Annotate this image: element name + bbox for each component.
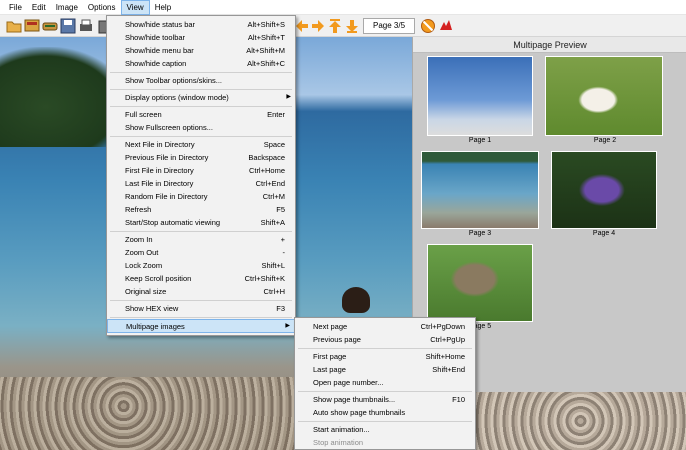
thumbnail-image [427, 56, 533, 136]
menu-item-zoom-out[interactable]: Zoom Out - [107, 246, 295, 259]
menu-separator [298, 348, 472, 349]
menu-bar: File Edit Image Options View Help [0, 0, 686, 15]
menu-item-stop-animation: Stop animation [313, 438, 364, 447]
thumbnail-caption: Page 3 [468, 230, 492, 237]
no-entry-icon[interactable] [420, 18, 436, 34]
menu-separator [110, 106, 292, 107]
menu-item-fullscreen-options[interactable]: Show Fullscreen options... [107, 121, 295, 134]
submenu-arrow-icon: ▶ [286, 94, 291, 100]
thumbnail-page-1[interactable]: Page 1 [427, 56, 533, 148]
thumbnail-caption: Page 2 [593, 137, 617, 144]
menu-item-show-page-thumbnails[interactable]: Show page thumbnails... F10 [295, 393, 475, 406]
menu-item-zoom-in[interactable]: Zoom In + [107, 233, 295, 246]
submenu-arrow-icon: ▶ [285, 323, 290, 329]
menu-separator [110, 136, 292, 137]
irfanview-logo-icon[interactable] [438, 18, 454, 34]
menu-separator [110, 72, 292, 73]
menu-item-next-page[interactable]: Next page Ctrl+PgDown [295, 320, 475, 333]
menu-item-random-file[interactable]: Random File in Directory Ctrl+M [107, 190, 295, 203]
thumbnail-image [551, 151, 657, 229]
menu-item-toolbar-skins[interactable]: Show Toolbar options/skins... [107, 74, 295, 87]
menu-item-first-page[interactable]: First page Shift+Home [295, 350, 475, 363]
thumbnails-icon[interactable] [24, 18, 40, 34]
view-menu: Show/hide status bar Alt+Shift+S Show/hid… [106, 15, 296, 336]
menu-item-toggle-toolbar[interactable]: Show/hide toolbar Alt+Shift+T [107, 31, 295, 44]
menu-separator [110, 231, 292, 232]
scan-icon[interactable] [42, 18, 58, 34]
menu-item-lock-zoom[interactable]: Lock Zoom Shift+L [107, 259, 295, 272]
menu-separator [298, 391, 472, 392]
multipage-submenu: Next page Ctrl+PgDown Previous page Ctrl+P… [294, 317, 476, 450]
menu-item-auto-show-thumbnails[interactable]: Auto show page thumbnails [295, 406, 475, 419]
thumbnail-image [545, 56, 663, 136]
thumbnail-image [421, 151, 539, 229]
thumbnail-caption: Page 4 [592, 230, 616, 237]
arrow-left-icon[interactable] [294, 18, 310, 34]
menu-item-automatic-viewing[interactable]: Start/Stop automatic viewing Shift+A [107, 216, 295, 229]
thumbnail-caption: Page 1 [468, 137, 492, 144]
menu-separator [110, 317, 292, 318]
menu-item-previous-file[interactable]: Previous File in Directory Backspace [107, 151, 295, 164]
arrow-down-icon[interactable] [344, 18, 360, 34]
menu-item-last-file[interactable]: Last File in Directory Ctrl+End [107, 177, 295, 190]
menu-item-next-file[interactable]: Next File in Directory Space [107, 138, 295, 151]
menu-view[interactable]: View [120, 0, 150, 15]
thumbnail-page-3[interactable]: Page 3 [421, 151, 539, 241]
menu-separator [298, 421, 472, 422]
menu-item-keep-scroll[interactable]: Keep Scroll position Ctrl+Shift+K [107, 272, 295, 285]
menu-item-open-page-number[interactable]: Open page number... [295, 376, 475, 389]
menu-separator [110, 89, 292, 90]
page-indicator: Page 3/5 [363, 18, 415, 34]
print-icon[interactable] [78, 18, 94, 34]
open-folder-icon[interactable] [6, 18, 22, 34]
menu-item-full-screen[interactable]: Full screen Enter [107, 108, 295, 121]
menu-item-toggle-status-bar[interactable]: Show/hide status bar Alt+Shift+S [107, 18, 295, 31]
menu-item-original-size[interactable]: Original size Ctrl+H [107, 285, 295, 298]
photo-swimmer [342, 287, 370, 313]
arrow-right-icon[interactable] [310, 18, 326, 34]
menu-item-start-animation[interactable]: Start animation... [295, 423, 475, 436]
thumbnail-page-2[interactable]: Page 2 [545, 56, 665, 148]
menu-item-refresh[interactable]: Refresh F5 [107, 203, 295, 216]
menu-item-first-file[interactable]: First File in Directory Ctrl+Home [107, 164, 295, 177]
menu-item-previous-page[interactable]: Previous page Ctrl+PgUp [295, 333, 475, 346]
menu-edit[interactable]: Edit [27, 0, 51, 15]
background-image-strip [475, 392, 686, 450]
menu-separator [110, 300, 292, 301]
arrow-first-icon[interactable] [327, 18, 343, 34]
menu-file[interactable]: File [4, 0, 27, 15]
menu-item-multipage-images[interactable]: Multipage images ▶ [107, 319, 295, 333]
toolbar: Page 3/5 [0, 15, 686, 37]
menu-image[interactable]: Image [51, 0, 83, 15]
menu-item-toggle-menu-bar[interactable]: Show/hide menu bar Alt+Shift+M [107, 44, 295, 57]
thumbnail-page-4[interactable]: Page 4 [551, 151, 657, 241]
thumbnail-image [427, 244, 533, 322]
menu-item-toggle-caption[interactable]: Show/hide caption Alt+Shift+C [107, 57, 295, 70]
menu-item-hex-view[interactable]: Show HEX view F3 [107, 302, 295, 315]
menu-item-last-page[interactable]: Last page Shift+End [295, 363, 475, 376]
save-icon[interactable] [60, 18, 76, 34]
menu-item-display-options[interactable]: Display options (window mode) ▶ [107, 91, 295, 104]
menu-options[interactable]: Options [83, 0, 121, 15]
panel-title: Multipage Preview [413, 37, 686, 53]
menu-help[interactable]: Help [150, 0, 176, 15]
